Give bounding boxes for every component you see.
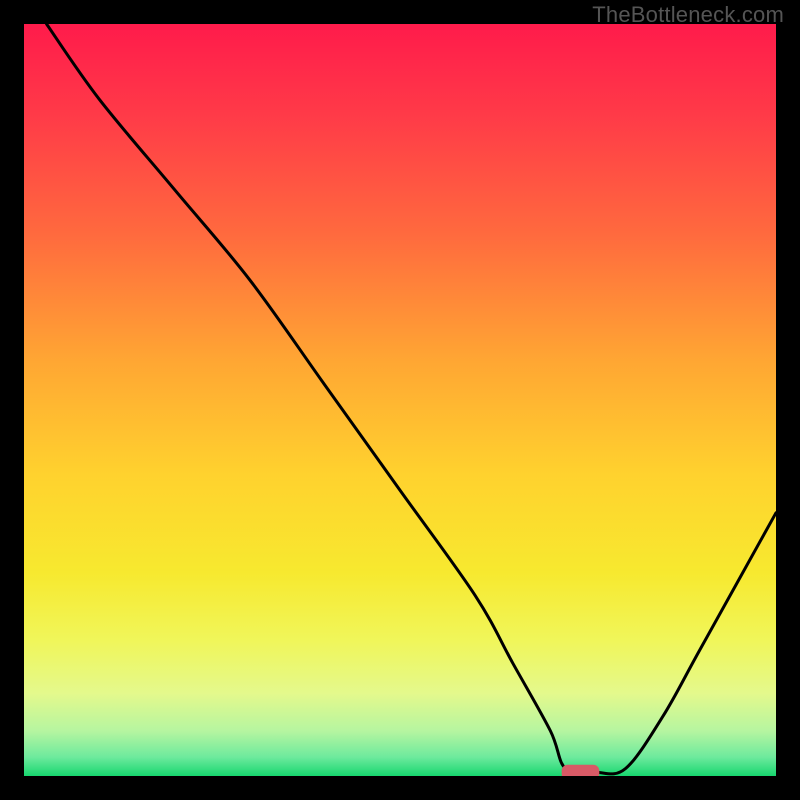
watermark-label: TheBottleneck.com xyxy=(592,2,784,28)
optimal-marker xyxy=(562,765,600,776)
chart-frame xyxy=(24,24,776,776)
bottleneck-chart xyxy=(24,24,776,776)
gradient-background xyxy=(24,24,776,776)
